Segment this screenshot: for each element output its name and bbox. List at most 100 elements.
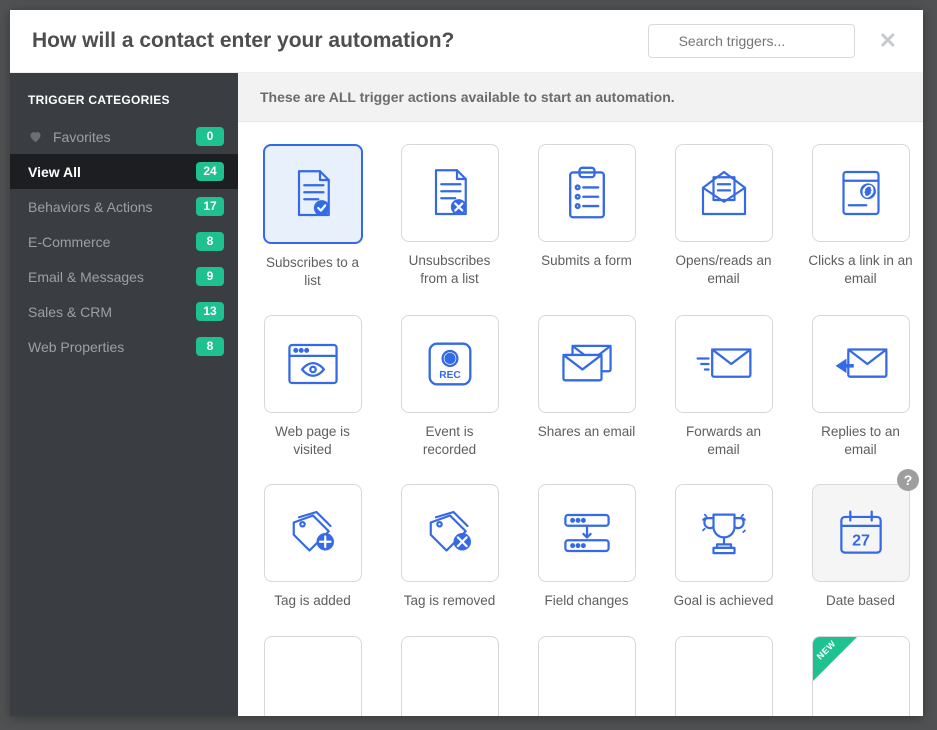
trigger-field-changes[interactable]: Field changes	[534, 484, 639, 610]
trigger-card	[538, 636, 636, 716]
trigger-tag-added[interactable]: Tag is added	[260, 484, 365, 610]
sidebar: TRIGGER CATEGORIES Favorites 0 View All …	[10, 73, 238, 716]
heart-icon	[28, 129, 43, 144]
document-x-icon	[422, 165, 478, 221]
trigger-card	[401, 144, 499, 242]
trigger-tag-removed[interactable]: Tag is removed	[397, 484, 502, 610]
sidebar-item-web[interactable]: Web Properties 8	[10, 329, 238, 364]
sidebar-item-sales[interactable]: Sales & CRM 13	[10, 294, 238, 329]
tag-x-icon	[422, 509, 478, 557]
trigger-card	[401, 636, 499, 716]
sidebar-item-label: View All	[28, 164, 196, 180]
trigger-card	[264, 315, 362, 413]
sidebar-title: TRIGGER CATEGORIES	[10, 93, 238, 119]
trigger-shares-email[interactable]: Shares an email	[534, 315, 639, 458]
sidebar-item-label: Web Properties	[28, 339, 196, 355]
trigger-label: Submits a form	[541, 252, 632, 270]
envelope-forward-icon	[694, 342, 754, 386]
trigger-card	[264, 484, 362, 582]
trigger-card	[812, 315, 910, 413]
svg-text:27: 27	[852, 532, 870, 550]
sidebar-item-ecommerce[interactable]: E-Commerce 8	[10, 224, 238, 259]
trigger-card	[401, 484, 499, 582]
calendar-icon: 27	[836, 508, 886, 558]
envelope-open-icon	[696, 165, 752, 221]
trigger-replies-email[interactable]: Replies to an email	[808, 315, 913, 458]
envelope-reply-icon	[832, 342, 890, 386]
count-badge: 17	[196, 197, 224, 216]
trigger-label: Web page is visited	[260, 423, 365, 458]
help-icon: ?	[904, 472, 913, 488]
sidebar-item-label: Behaviors & Actions	[28, 199, 196, 215]
trigger-submits-form[interactable]: Submits a form	[534, 144, 639, 289]
trigger-card	[675, 484, 773, 582]
sidebar-item-label: Sales & CRM	[28, 304, 196, 320]
triggers-scroll[interactable]: Subscribes to a list	[238, 122, 923, 716]
trigger-web-visited[interactable]: Web page is visited	[260, 315, 365, 458]
trigger-label: Field changes	[544, 592, 628, 610]
count-badge: 24	[196, 162, 224, 181]
envelopes-icon	[558, 340, 616, 388]
trigger-goal-achieved[interactable]: Goal is achieved	[671, 484, 776, 610]
count-badge: 8	[196, 232, 224, 251]
sidebar-item-behaviors[interactable]: Behaviors & Actions 17	[10, 189, 238, 224]
dialog-header: How will a contact enter your automation…	[10, 10, 923, 72]
close-icon: ✕	[879, 28, 897, 53]
trigger-label: Shares an email	[538, 423, 636, 441]
record-icon: REC	[426, 340, 474, 388]
trigger-card	[264, 636, 362, 716]
trophy-icon	[696, 507, 752, 559]
page-link-icon	[833, 165, 889, 221]
help-button[interactable]: ?	[897, 469, 919, 491]
trigger-label: Unsubscribes from a list	[397, 252, 502, 287]
close-button[interactable]: ✕	[875, 26, 901, 56]
trigger-forwards-email[interactable]: Forwards an email	[671, 315, 776, 458]
trigger-extra-4[interactable]	[671, 636, 776, 716]
trigger-card: NEW	[812, 636, 910, 716]
tag-plus-icon	[285, 509, 341, 557]
count-badge: 9	[196, 267, 224, 286]
trigger-extra-1[interactable]	[260, 636, 365, 716]
trigger-label: Event is recorded	[397, 423, 502, 458]
sidebar-item-favorites[interactable]: Favorites 0	[10, 119, 238, 154]
dialog-body: TRIGGER CATEGORIES Favorites 0 View All …	[10, 72, 923, 716]
sidebar-item-label: E-Commerce	[28, 234, 196, 250]
trigger-extra-5[interactable]: NEW	[808, 636, 913, 716]
main-panel: These are ALL trigger actions available …	[238, 73, 923, 716]
sidebar-item-label: Email & Messages	[28, 269, 196, 285]
trigger-clicks-link[interactable]: Clicks a link in an email	[808, 144, 913, 289]
browser-eye-icon	[284, 339, 342, 389]
automation-entry-dialog: How will a contact enter your automation…	[10, 10, 923, 716]
sidebar-item-view-all[interactable]: View All 24	[10, 154, 238, 189]
trigger-card	[263, 144, 363, 244]
document-check-icon	[285, 166, 341, 222]
triggers-grid: Subscribes to a list	[260, 144, 913, 716]
count-badge: 8	[196, 337, 224, 356]
trigger-card	[675, 144, 773, 242]
trigger-card	[538, 484, 636, 582]
fields-icon	[560, 511, 614, 555]
trigger-subscribes[interactable]: Subscribes to a list	[260, 144, 365, 289]
search-box	[648, 24, 855, 58]
clipboard-icon	[563, 165, 611, 221]
trigger-extra-3[interactable]	[534, 636, 639, 716]
trigger-date-based[interactable]: 27 Date based	[808, 484, 913, 610]
trigger-unsubscribes[interactable]: Unsubscribes from a list	[397, 144, 502, 289]
trigger-label: Opens/reads an email	[671, 252, 776, 287]
trigger-card: REC	[401, 315, 499, 413]
dialog-title: How will a contact enter your automation…	[32, 29, 648, 53]
count-badge: 0	[196, 127, 224, 146]
trigger-label: Clicks a link in an email	[808, 252, 913, 287]
sidebar-item-email[interactable]: Email & Messages 9	[10, 259, 238, 294]
search-input[interactable]	[648, 24, 855, 58]
svg-text:REC: REC	[439, 370, 461, 381]
trigger-event-recorded[interactable]: REC Event is recorded	[397, 315, 502, 458]
ribbon-text: NEW	[814, 638, 837, 661]
trigger-card	[812, 144, 910, 242]
trigger-opens-email[interactable]: Opens/reads an email	[671, 144, 776, 289]
trigger-card	[538, 144, 636, 242]
count-badge: 13	[196, 302, 224, 321]
trigger-extra-2[interactable]	[397, 636, 502, 716]
trigger-card	[538, 315, 636, 413]
trigger-label: Replies to an email	[808, 423, 913, 458]
